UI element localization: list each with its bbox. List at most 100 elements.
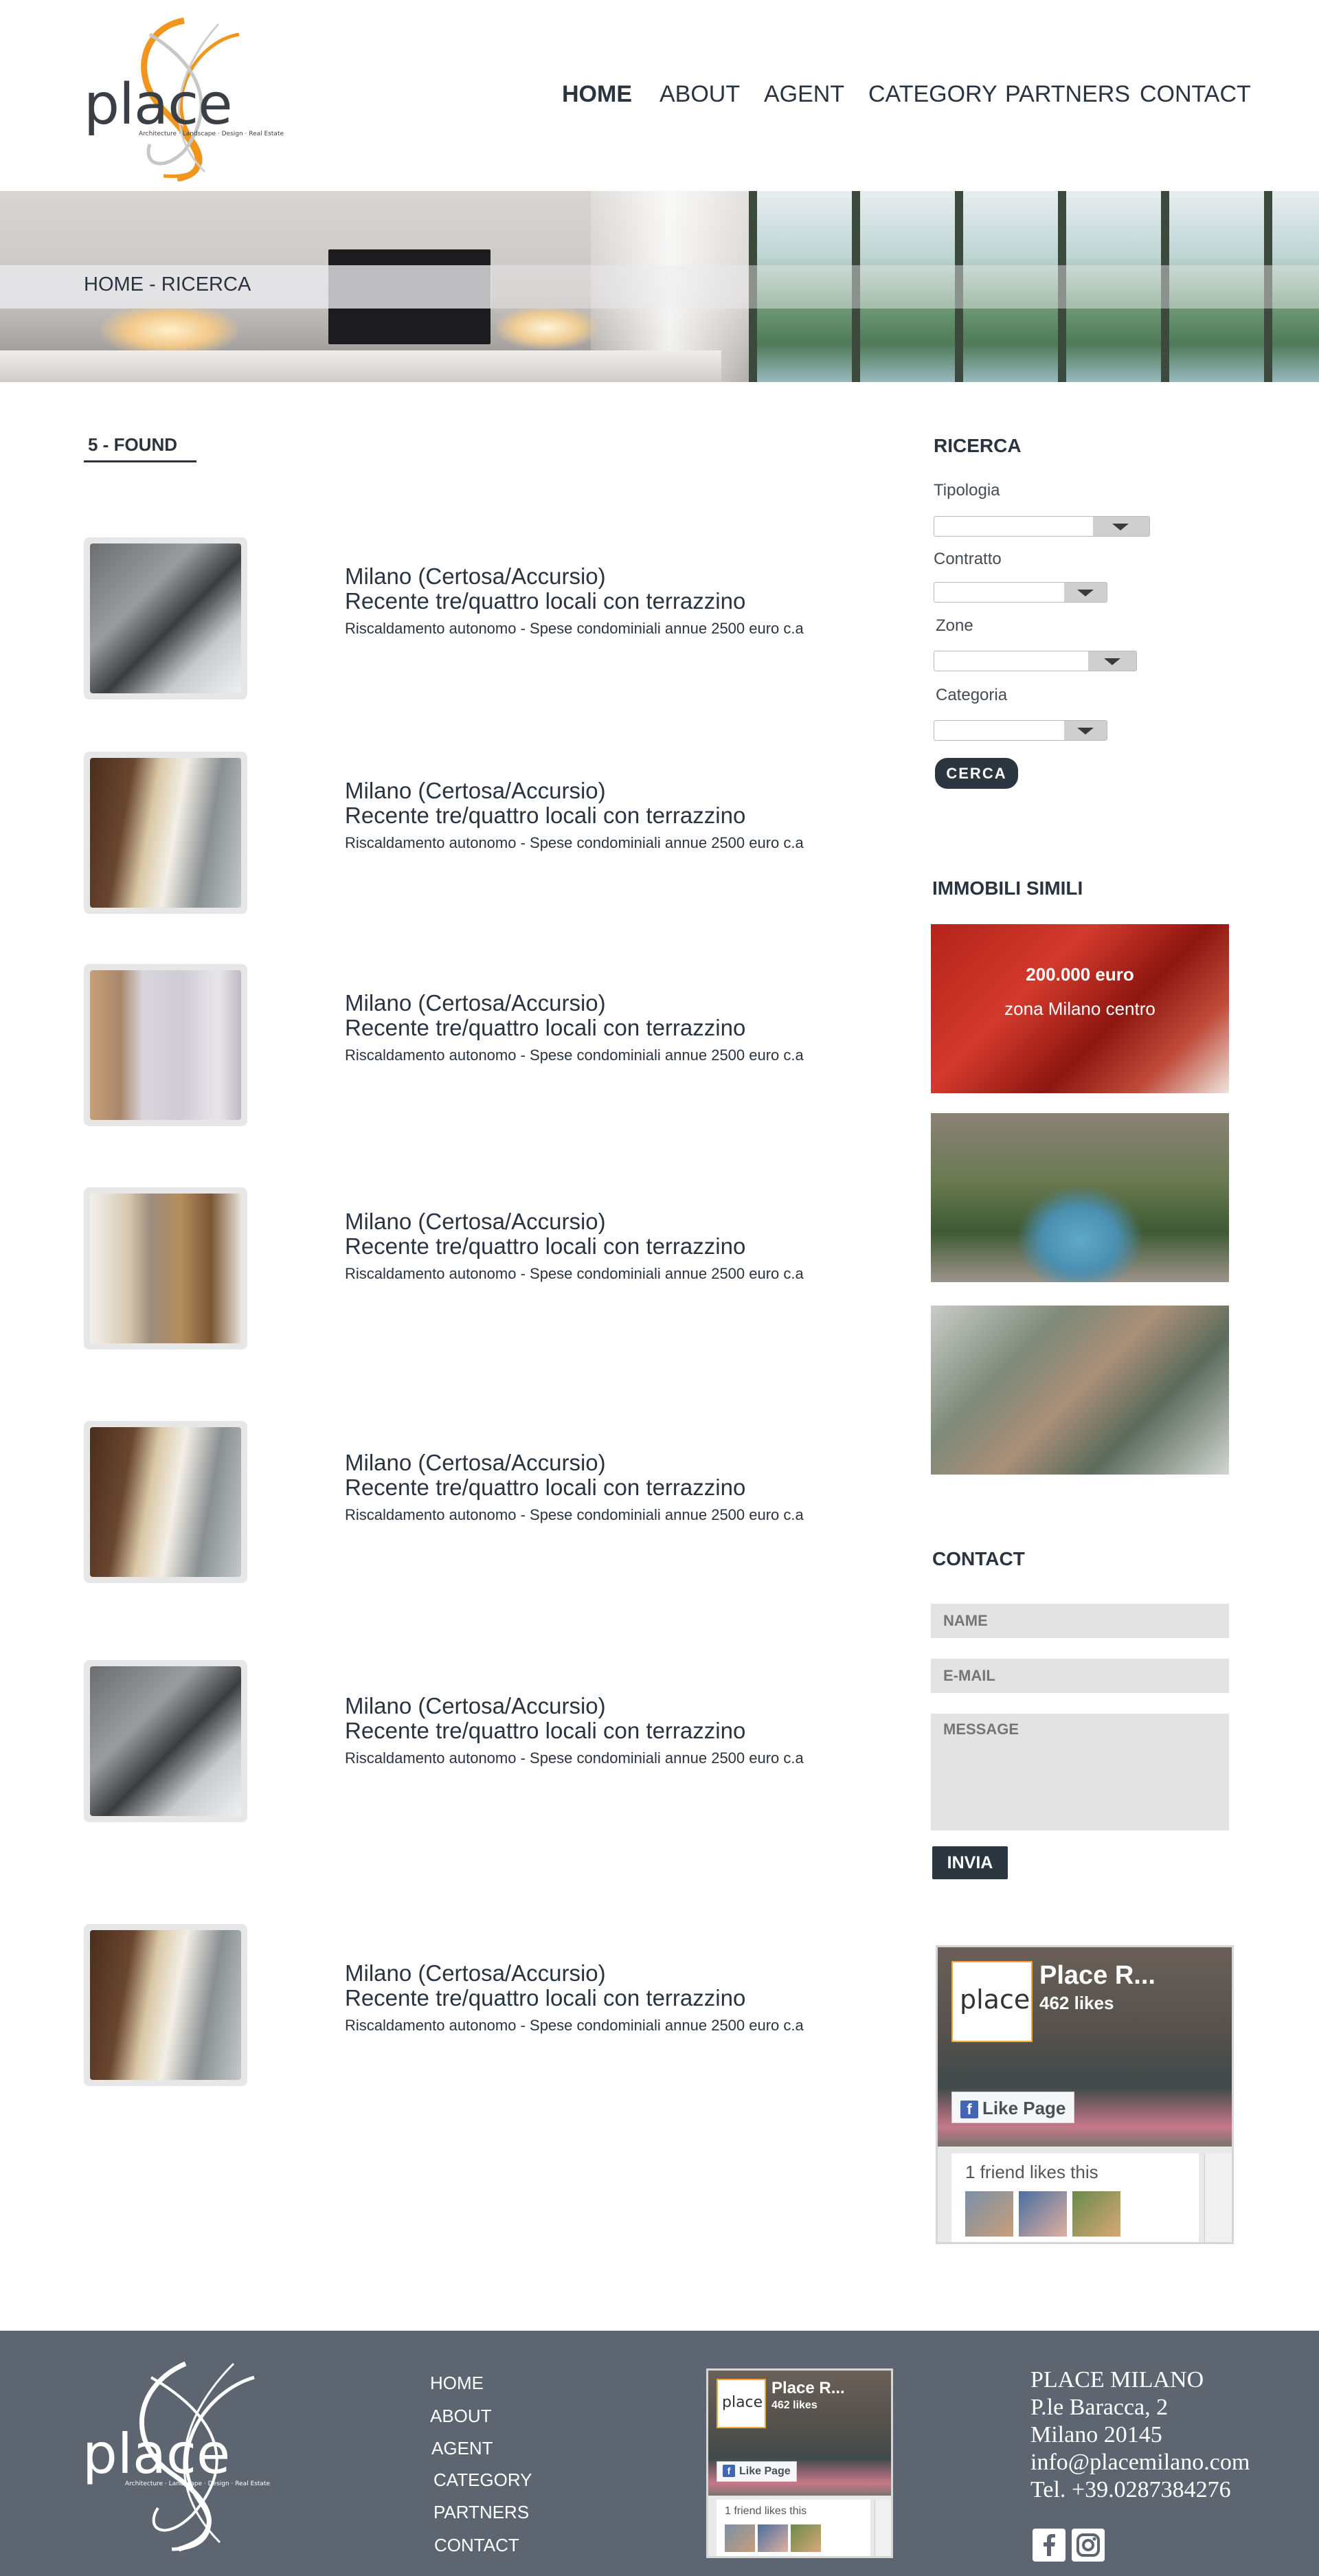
nav-partners[interactable]: PARTNERS: [1005, 81, 1130, 108]
footer-phone[interactable]: Tel. +39.0287384276: [1030, 2477, 1231, 2503]
listing-thumbnail[interactable]: [84, 964, 247, 1126]
tipologia-select[interactable]: [934, 516, 1150, 537]
name-field[interactable]: [931, 1604, 1229, 1638]
listing-subtitle: Recente tre/quattro locali con terrazzin…: [345, 1718, 746, 1743]
facebook-friends-text: 1 friend likes this: [725, 2505, 807, 2517]
friend-avatar[interactable]: [758, 2524, 788, 2552]
facebook-page-widget[interactable]: place Place R... 462 likes f Like Page 1 …: [936, 1945, 1234, 2244]
friend-avatar[interactable]: [1019, 2191, 1067, 2237]
listing-thumbnail[interactable]: [84, 537, 247, 699]
listing-photo: [90, 544, 241, 693]
facebook-friends-text: 1 friend likes this: [965, 2162, 1098, 2182]
page-root: place Architecture · Landscape · Design …: [0, 0, 1319, 2576]
listing-description: Riscaldamento autonomo - Spese condomini…: [345, 2017, 804, 2034]
contact-heading: CONTACT: [932, 1548, 1025, 1569]
friend-avatar[interactable]: [791, 2524, 821, 2552]
friend-avatar[interactable]: [965, 2191, 1013, 2237]
instagram-glyph: [1076, 2533, 1100, 2557]
listing-thumbnail[interactable]: [84, 1660, 247, 1822]
main-nav: HOME ABOUT AGENT CATEGORY PARTNERS CONTA…: [0, 81, 1319, 110]
listing-item[interactable]: Milano (Certosa/Accursio) Recente tre/qu…: [84, 1924, 894, 2089]
listing-subtitle: Recente tre/quattro locali con terrazzin…: [345, 1233, 746, 1259]
listing-item[interactable]: Milano (Certosa/Accursio) Recente tre/qu…: [84, 964, 894, 1129]
footer-facebook-widget[interactable]: place Place R... 462 likes f Like Page 1 …: [706, 2368, 893, 2558]
contratto-label: Contratto: [934, 550, 1002, 568]
listing-item[interactable]: Milano (Certosa/Accursio) Recente tre/qu…: [84, 1187, 894, 1352]
facebook-page-avatar[interactable]: place: [717, 2379, 766, 2428]
footer-nav-partners[interactable]: PARTNERS: [433, 2502, 529, 2523]
facebook-icon: f: [723, 2465, 735, 2477]
listing-description: Riscaldamento autonomo - Spese condomini…: [345, 620, 804, 637]
facebook-like-button[interactable]: f Like Page: [951, 2092, 1075, 2123]
listing-title[interactable]: Milano (Certosa/Accursio): [345, 990, 606, 1016]
listing-subtitle: Recente tre/quattro locali con terrazzin…: [345, 1475, 746, 1500]
facebook-like-button[interactable]: f Like Page: [717, 2461, 797, 2482]
logo-tagline: Architecture · Landscape · Design · Real…: [139, 131, 284, 137]
nav-about[interactable]: ABOUT: [660, 81, 740, 108]
facebook-page-avatar[interactable]: place: [951, 1961, 1033, 2042]
instagram-icon[interactable]: [1072, 2529, 1105, 2562]
send-button[interactable]: INVIA: [932, 1846, 1008, 1879]
footer-logo-wordmark[interactable]: place: [82, 2422, 230, 2486]
categoria-select[interactable]: [934, 720, 1107, 741]
listing-title[interactable]: Milano (Certosa/Accursio): [345, 1693, 606, 1719]
facebook-scrollbar[interactable]: [1204, 2153, 1232, 2242]
listing-thumbnail[interactable]: [84, 752, 247, 914]
listing-title[interactable]: Milano (Certosa/Accursio): [345, 778, 606, 804]
listing-title[interactable]: Milano (Certosa/Accursio): [345, 1209, 606, 1235]
zone-label: Zone: [936, 616, 973, 635]
breadcrumb: HOME - RICERCA: [84, 273, 251, 295]
zone-select[interactable]: [934, 651, 1137, 671]
similar-price: 200.000 euro: [1026, 964, 1134, 985]
facebook-page-name[interactable]: Place R...: [1039, 1961, 1155, 1991]
facebook-like-label: Like Page: [739, 2465, 791, 2477]
listing-title[interactable]: Milano (Certosa/Accursio): [345, 1960, 606, 1986]
friend-avatar[interactable]: [725, 2524, 755, 2552]
footer-nav-agent[interactable]: AGENT: [431, 2438, 493, 2459]
listing-item[interactable]: Milano (Certosa/Accursio) Recente tre/qu…: [84, 1660, 894, 1825]
listing-item[interactable]: Milano (Certosa/Accursio) Recente tre/qu…: [84, 752, 894, 917]
similar-property-card[interactable]: [931, 1306, 1229, 1475]
select-arrow-box: [1064, 583, 1107, 602]
search-button[interactable]: CERCA: [935, 758, 1018, 789]
footer-nav-about[interactable]: ABOUT: [430, 2406, 492, 2427]
listing-item[interactable]: Milano (Certosa/Accursio) Recente tre/qu…: [84, 537, 894, 702]
contratto-select[interactable]: [934, 582, 1107, 603]
footer-nav-contact[interactable]: CONTACT: [434, 2535, 519, 2556]
facebook-page-name[interactable]: Place R...: [771, 2379, 845, 2398]
facebook-scrollbar[interactable]: [875, 2500, 891, 2556]
listing-thumbnail[interactable]: [84, 1187, 247, 1349]
nav-category[interactable]: CATEGORY: [868, 81, 997, 108]
banner-lamp: [496, 306, 598, 349]
similar-property-card[interactable]: [931, 1113, 1229, 1282]
chevron-down-icon: [1112, 524, 1129, 530]
listing-thumbnail[interactable]: [84, 1924, 247, 2086]
listing-subtitle: Recente tre/quattro locali con terrazzin…: [345, 588, 746, 614]
nav-contact[interactable]: CONTACT: [1140, 81, 1251, 108]
nav-agent[interactable]: AGENT: [764, 81, 844, 108]
banner-lamp: [102, 304, 238, 356]
hero-banner: HOME - RICERCA: [0, 191, 1319, 382]
listing-item[interactable]: Milano (Certosa/Accursio) Recente tre/qu…: [84, 1421, 894, 1586]
listing-photo: [90, 1930, 241, 2080]
facebook-friends-box: 1 friend likes this: [951, 2153, 1199, 2242]
listing-thumbnail[interactable]: [84, 1421, 247, 1583]
email-field[interactable]: [931, 1659, 1229, 1693]
listing-description: Riscaldamento autonomo - Spese condomini…: [345, 1506, 804, 1523]
listing-title[interactable]: Milano (Certosa/Accursio): [345, 563, 606, 590]
footer-email[interactable]: info@placemilano.com: [1030, 2450, 1250, 2476]
listing-title[interactable]: Milano (Certosa/Accursio): [345, 1450, 606, 1476]
chevron-down-icon: [1104, 658, 1120, 665]
select-arrow-box: [1064, 721, 1107, 740]
footer-company-name: PLACE MILANO: [1030, 2367, 1204, 2393]
facebook-icon[interactable]: [1033, 2529, 1066, 2562]
nav-home[interactable]: HOME: [562, 81, 632, 108]
categoria-label: Categoria: [936, 686, 1008, 704]
footer-nav-home[interactable]: HOME: [430, 2373, 484, 2394]
similar-property-card[interactable]: 200.000 euro zona Milano centro: [931, 924, 1229, 1093]
select-arrow-box: [1093, 517, 1149, 536]
friend-avatar[interactable]: [1072, 2191, 1120, 2237]
footer-nav-category[interactable]: CATEGORY: [433, 2469, 532, 2491]
message-field[interactable]: [931, 1714, 1229, 1830]
listing-subtitle: Recente tre/quattro locali con terrazzin…: [345, 1985, 746, 2011]
